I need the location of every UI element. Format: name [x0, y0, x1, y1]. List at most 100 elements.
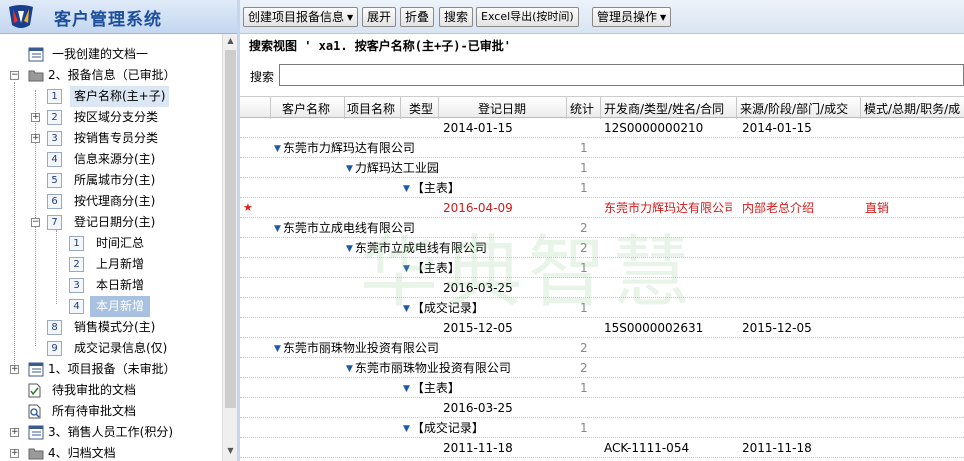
tree-item-by-sales[interactable]: + 3 按销售专员分类: [0, 128, 222, 149]
tree-item-this-month[interactable]: 4 本月新增: [0, 296, 222, 317]
column-separator[interactable]: [860, 97, 861, 119]
tree-item-label: 4、归档文档: [48, 446, 116, 460]
category-row[interactable]: ▼ 【成交记录】 1: [240, 418, 964, 438]
expanded-triangle-icon[interactable]: ▼: [274, 341, 281, 357]
category-row[interactable]: ▼ 东莞市丽珠物业投资有限公司 2: [240, 358, 964, 378]
category-row[interactable]: ▼ 【主表】 1: [240, 258, 964, 278]
category-row[interactable]: ▼ 东莞市丽珠物业投资有限公司 2: [240, 338, 964, 358]
tree-item-sales-mode[interactable]: 8 销售模式分(主): [0, 317, 222, 338]
expanded-triangle-icon[interactable]: ▼: [403, 181, 410, 197]
excel-export-button[interactable]: Excel导出(按时间): [476, 7, 579, 27]
table-row[interactable]: 2014-01-15 12S0000000210 2014-01-15: [240, 118, 964, 138]
tree-folder-pending-projects[interactable]: + 1、项目报备（未审批）: [0, 359, 222, 380]
cell-developer: 东莞市力辉玛达有限公司: [604, 201, 732, 215]
column-header-reg-date[interactable]: 登记日期: [478, 100, 526, 117]
column-separator[interactable]: [400, 97, 401, 119]
tree-folder-approved[interactable]: − 2、报备信息（已审批）: [0, 65, 222, 86]
table-row[interactable]: 2016-03-25: [240, 278, 964, 298]
column-header-count[interactable]: 统计: [570, 100, 594, 117]
view-number-icon: 5: [47, 173, 62, 188]
tree-item-awaiting-my-approval[interactable]: 待我审批的文档: [0, 380, 222, 401]
category-label: ▼ 【成交记录】: [403, 420, 484, 437]
cell-count: 1: [580, 421, 588, 435]
tree-item-label: 所属城市分(主): [74, 173, 156, 187]
search-input[interactable]: [279, 64, 964, 86]
cell-count: 2: [580, 341, 588, 355]
column-header-customer[interactable]: 客户名称: [282, 100, 330, 117]
cell-count: 2: [580, 221, 588, 235]
expand-toggle-icon[interactable]: +: [10, 449, 19, 458]
column-separator[interactable]: [270, 97, 271, 119]
category-label: ▼ 东莞市丽珠物业投资有限公司: [274, 340, 439, 357]
column-header-type[interactable]: 类型: [409, 100, 433, 117]
type-name: 【主表】: [411, 381, 460, 395]
type-name: 【主表】: [411, 181, 460, 195]
navigation-tree: 一我创建的文档一 − 2、报备信息（已审批） 1 客户名称(主+子) + 2 按…: [0, 34, 222, 461]
tree-item-city[interactable]: 5 所属城市分(主): [0, 170, 222, 191]
category-label: ▼ 【成交记录】: [403, 300, 484, 317]
scroll-down-icon[interactable]: ▼: [225, 446, 236, 458]
tree-item-last-month[interactable]: 2 上月新增: [0, 254, 222, 275]
tree-item-by-region[interactable]: + 2 按区域分支分类: [0, 107, 222, 128]
column-header-mode[interactable]: 模式/总期/职务/成: [864, 100, 964, 117]
tree-item-agent[interactable]: 6 按代理商分(主): [0, 191, 222, 212]
expanded-triangle-icon[interactable]: ▼: [346, 361, 353, 377]
tree-item-reg-date[interactable]: − 7 登记日期分(主): [0, 212, 222, 233]
column-header-source[interactable]: 来源/阶段/部门/成交: [740, 100, 858, 117]
search-label: 搜索: [444, 10, 469, 24]
project-name: 东莞市立成电线有限公司: [354, 241, 487, 255]
expanded-triangle-icon[interactable]: ▼: [403, 301, 410, 317]
table-row[interactable]: 2011-11-18 ACK-1111-054 2011-11-18: [240, 438, 964, 458]
expand-button[interactable]: 展开: [362, 7, 397, 27]
search-button[interactable]: 搜索: [439, 7, 474, 27]
category-row[interactable]: ▼ 【主表】 1: [240, 378, 964, 398]
column-separator[interactable]: [344, 97, 345, 119]
tree-item-time-summary[interactable]: 1 时间汇总: [0, 233, 222, 254]
expanded-triangle-icon[interactable]: ▼: [403, 381, 410, 397]
table-row[interactable]: 2016-03-25: [240, 398, 964, 418]
column-separator[interactable]: [438, 97, 439, 119]
column-separator[interactable]: [736, 97, 737, 119]
category-row[interactable]: ▼ 【主表】 1: [240, 178, 964, 198]
customer-name: 东莞市丽珠物业投资有限公司: [282, 341, 439, 355]
category-row[interactable]: ▼ 东莞市立成电线有限公司 2: [240, 238, 964, 258]
app-title: 客户管理系统: [54, 10, 162, 30]
category-row[interactable]: ▼ 【成交记录】 1: [240, 298, 964, 318]
category-row[interactable]: ▼ 东莞市力辉玛达有限公司 1: [240, 138, 964, 158]
expanded-triangle-icon[interactable]: ▼: [403, 421, 410, 437]
sidebar-scrollbar[interactable]: ▲ ▼: [222, 34, 237, 461]
table-row[interactable]: 2015-12-05 15S0000002631 2015-12-05: [240, 318, 964, 338]
tree-item-info-source[interactable]: 4 信息来源分(主): [0, 149, 222, 170]
category-row[interactable]: ▼ 东莞市立成电线有限公司 2: [240, 218, 964, 238]
tree-folder-sales-work[interactable]: + 3、销售人员工作(积分): [0, 422, 222, 443]
tree-item-customer-name[interactable]: 1 客户名称(主+子): [0, 86, 222, 107]
expand-toggle-icon[interactable]: +: [10, 365, 19, 374]
table-row[interactable]: ★ 2016-04-09 东莞市力辉玛达有限公司 内部老总介绍 直销: [240, 198, 964, 218]
expanded-triangle-icon[interactable]: ▼: [346, 161, 353, 177]
tree-item-all-pending[interactable]: 所有待审批文档: [0, 401, 222, 422]
expanded-triangle-icon[interactable]: ▼: [274, 141, 281, 157]
tree-item-my-docs[interactable]: 一我创建的文档一: [0, 44, 222, 65]
expanded-triangle-icon[interactable]: ▼: [346, 241, 353, 257]
column-separator[interactable]: [600, 97, 601, 119]
collapse-toggle-icon[interactable]: −: [31, 218, 40, 227]
expand-toggle-icon[interactable]: +: [31, 113, 40, 122]
column-header-project[interactable]: 项目名称: [347, 100, 395, 117]
column-header-developer[interactable]: 开发商/类型/姓名/合同: [604, 100, 734, 117]
tree-item-deal-records[interactable]: 9 成交记录信息(仅): [0, 338, 222, 359]
collapse-button[interactable]: 折叠: [400, 7, 435, 27]
collapse-toggle-icon[interactable]: −: [10, 71, 19, 80]
column-separator[interactable]: [566, 97, 567, 119]
expanded-triangle-icon[interactable]: ▼: [403, 261, 410, 277]
category-row[interactable]: ▼ 力辉玛达工业园 1: [240, 158, 964, 178]
cell-count: 1: [580, 261, 588, 275]
expanded-triangle-icon[interactable]: ▼: [274, 221, 281, 237]
expand-toggle-icon[interactable]: +: [31, 134, 40, 143]
expand-toggle-icon[interactable]: +: [10, 428, 19, 437]
tree-folder-archive[interactable]: + 4、归档文档: [0, 443, 222, 461]
tree-item-today[interactable]: 3 本日新增: [0, 275, 222, 296]
scrollbar-thumb[interactable]: [225, 50, 236, 408]
scroll-up-icon[interactable]: ▲: [225, 36, 236, 48]
create-project-button[interactable]: 创建项目报备信息 ▼: [243, 7, 359, 27]
admin-actions-button[interactable]: 管理员操作 ▼: [592, 7, 672, 27]
